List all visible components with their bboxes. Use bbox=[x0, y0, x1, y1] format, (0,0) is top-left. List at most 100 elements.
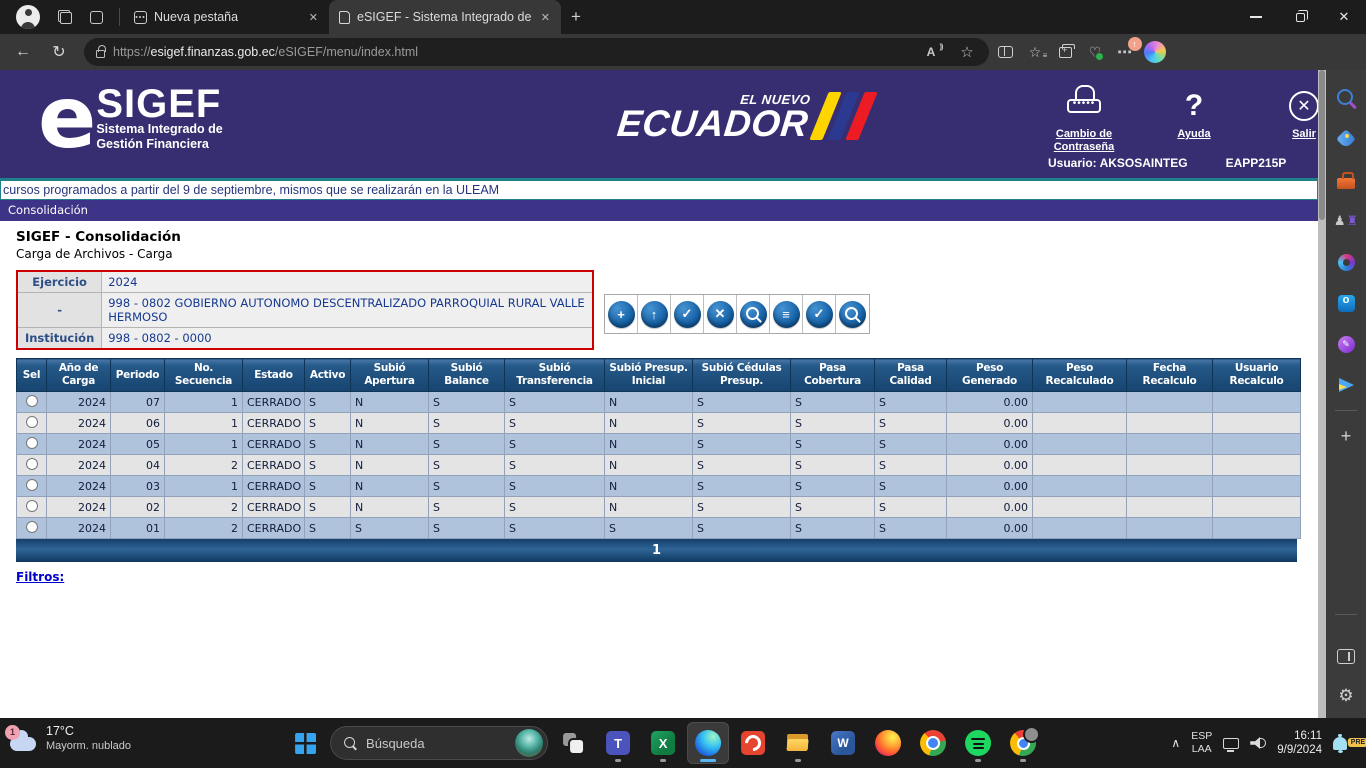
scrollbar-thumb[interactable] bbox=[1319, 70, 1325, 220]
column-header: Peso Generado bbox=[947, 359, 1033, 392]
more-options-button[interactable]: ⋯↑ bbox=[1111, 40, 1139, 64]
weather-widget[interactable]: 1 17°C Mayorm. nublado bbox=[10, 724, 131, 753]
taskbar-spotify-button[interactable] bbox=[958, 723, 998, 763]
restore-button[interactable] bbox=[1278, 0, 1322, 34]
clock[interactable]: 16:11 9/9/2024 bbox=[1277, 729, 1322, 757]
refresh-button[interactable]: ↻ bbox=[42, 37, 76, 67]
minimize-button[interactable] bbox=[1234, 0, 1278, 34]
tab-actions-icon[interactable] bbox=[90, 11, 103, 24]
preview-button[interactable] bbox=[737, 295, 770, 333]
settings-gear-icon[interactable] bbox=[1334, 684, 1358, 708]
sidebar-search-icon[interactable] bbox=[1334, 86, 1358, 110]
shopping-icon[interactable] bbox=[1334, 127, 1358, 151]
table-cell: S bbox=[305, 497, 351, 518]
file-explorer-icon bbox=[785, 730, 811, 756]
table-cell bbox=[1127, 392, 1213, 413]
network-icon[interactable] bbox=[1223, 738, 1239, 749]
taskbar-teams-button[interactable] bbox=[598, 723, 638, 763]
menu-consolidacion[interactable]: Consolidación bbox=[8, 203, 88, 217]
row-select-radio[interactable] bbox=[26, 521, 38, 533]
taskbar-center: Búsqueda bbox=[285, 723, 1043, 763]
pdf-app-icon bbox=[740, 730, 766, 756]
games-icon[interactable] bbox=[1334, 209, 1358, 233]
table-cell: S bbox=[305, 476, 351, 497]
exit-label: Salir bbox=[1292, 128, 1316, 141]
notifications-bell-icon[interactable] bbox=[1333, 737, 1347, 750]
workspaces-icon[interactable] bbox=[58, 10, 72, 24]
outlook-icon[interactable] bbox=[1334, 291, 1358, 315]
search-highlight-image bbox=[515, 729, 543, 757]
back-button[interactable]: ← bbox=[6, 37, 40, 67]
tray-chevron-icon[interactable]: ∧ bbox=[1171, 736, 1180, 750]
delete-button[interactable]: ✕ bbox=[704, 295, 737, 333]
page-number[interactable]: 1 bbox=[652, 543, 661, 558]
row-select-radio[interactable] bbox=[26, 416, 38, 428]
web-page: e SIGEF Sistema Integrado de Gestión Fin… bbox=[0, 70, 1318, 718]
tab-close-icon[interactable]: ✕ bbox=[306, 11, 321, 24]
taskbar-search[interactable]: Búsqueda bbox=[330, 726, 548, 760]
address-bar[interactable]: https://esigef.finanzas.gob.ec/eSIGEF/me… bbox=[84, 38, 989, 66]
taskbar-word-button[interactable] bbox=[823, 723, 863, 763]
microsoft365-icon[interactable] bbox=[1334, 250, 1358, 274]
filters-link[interactable]: Filtros: bbox=[16, 570, 64, 584]
taskbar-edge-button[interactable] bbox=[688, 723, 728, 763]
table-cell: S bbox=[693, 518, 791, 539]
change-password-label: Cambio de Contraseña bbox=[1042, 128, 1126, 154]
toolbox-icon[interactable] bbox=[1334, 168, 1358, 192]
tab-esigef[interactable]: eSIGEF - Sistema Integrado de G ✕ bbox=[329, 0, 561, 34]
tab-close-icon[interactable]: ✕ bbox=[538, 11, 553, 24]
taskbar-task-view-button[interactable] bbox=[553, 723, 593, 763]
row-select-radio[interactable] bbox=[26, 479, 38, 491]
taskbar-pdf-app-button[interactable] bbox=[733, 723, 773, 763]
start-button[interactable] bbox=[285, 723, 325, 763]
designer-icon[interactable] bbox=[1334, 332, 1358, 356]
help-button[interactable]: ? Ayuda bbox=[1152, 84, 1236, 154]
sidebar-add-button[interactable] bbox=[1334, 424, 1358, 448]
table-cell: N bbox=[605, 497, 693, 518]
exit-button[interactable]: ✕ Salir bbox=[1262, 84, 1318, 154]
table-cell: S bbox=[605, 518, 693, 539]
change-password-button[interactable]: ••••• Cambio de Contraseña bbox=[1042, 84, 1126, 154]
tab-nueva-pestana[interactable]: Nueva pestaña ✕ bbox=[124, 0, 329, 34]
table-cell: S bbox=[505, 497, 605, 518]
read-aloud-button[interactable]: A bbox=[917, 40, 945, 64]
new-tab-button[interactable]: + bbox=[561, 7, 591, 27]
validate-button[interactable]: ✓ bbox=[671, 295, 704, 333]
upload-button[interactable]: ↑ bbox=[638, 295, 671, 333]
print-button[interactable]: ≡ bbox=[770, 295, 803, 333]
table-cell: N bbox=[351, 434, 429, 455]
row-select-radio[interactable] bbox=[26, 500, 38, 512]
split-screen-button[interactable] bbox=[991, 40, 1019, 64]
split-screen-icon bbox=[998, 46, 1013, 58]
page-scrollbar[interactable] bbox=[1318, 70, 1326, 718]
tab-separator bbox=[119, 8, 120, 26]
drop-icon[interactable] bbox=[1334, 373, 1358, 397]
profile-avatar[interactable] bbox=[16, 5, 40, 29]
language-indicator[interactable]: ESP LAA bbox=[1191, 730, 1212, 756]
browser-essentials-button[interactable]: ♡ bbox=[1081, 40, 1109, 64]
table-header-row: SelAño de CargaPeriodoNo. SecuenciaEstad… bbox=[17, 359, 1301, 392]
taskbar-file-explorer-button[interactable] bbox=[778, 723, 818, 763]
customize-sidebar-icon[interactable] bbox=[1334, 644, 1358, 668]
row-select-radio[interactable] bbox=[26, 437, 38, 449]
approve-button[interactable]: ✓ bbox=[803, 295, 836, 333]
word-icon bbox=[830, 730, 856, 756]
row-select-radio[interactable] bbox=[26, 395, 38, 407]
close-button[interactable]: ✕ bbox=[1322, 0, 1366, 34]
taskbar-excel-button[interactable] bbox=[643, 723, 683, 763]
taskbar-chrome-profile-button[interactable] bbox=[1003, 723, 1043, 763]
volume-button[interactable] bbox=[1250, 737, 1266, 749]
add-favorite-button[interactable]: ☆ bbox=[953, 40, 981, 64]
minimize-icon bbox=[1250, 16, 1262, 18]
new-record-button[interactable]: + bbox=[605, 295, 638, 333]
row-select-radio[interactable] bbox=[26, 458, 38, 470]
collections-button[interactable] bbox=[1051, 40, 1079, 64]
recalculate-button[interactable] bbox=[836, 295, 869, 333]
excel-icon bbox=[650, 730, 676, 756]
taskbar-firefox-button[interactable] bbox=[868, 723, 908, 763]
taskbar-chrome-button[interactable] bbox=[913, 723, 953, 763]
table-cell: S bbox=[429, 455, 505, 476]
copilot-button[interactable] bbox=[1141, 40, 1169, 64]
update-badge: ↑ bbox=[1128, 37, 1142, 51]
favorites-button[interactable]: ☆ bbox=[1021, 40, 1049, 64]
